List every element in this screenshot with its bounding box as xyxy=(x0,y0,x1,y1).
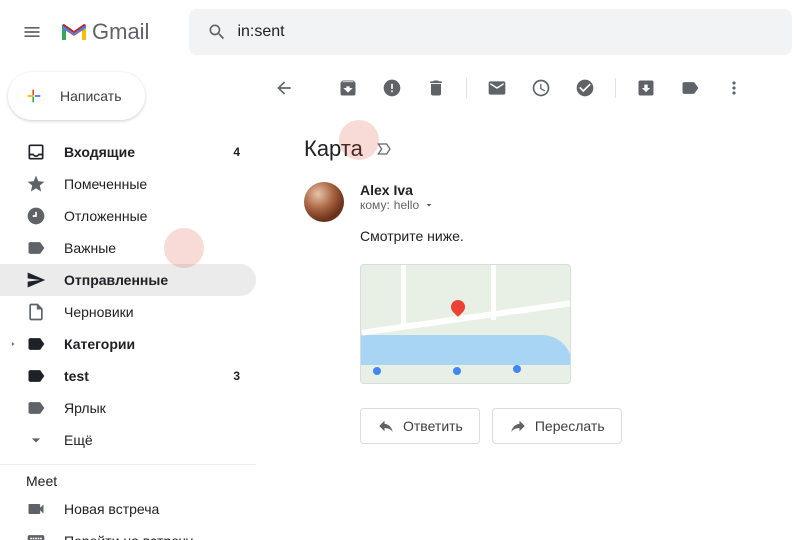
sender-avatar[interactable] xyxy=(304,182,344,222)
meet-item[interactable]: Перейти на встречу xyxy=(0,525,256,540)
forward-button[interactable]: Переслать xyxy=(492,408,622,444)
meet-item[interactable]: Новая встреча xyxy=(0,493,256,525)
header: Gmail xyxy=(0,0,800,64)
sidebar-item[interactable]: Помеченные xyxy=(0,168,256,200)
main-menu-button[interactable] xyxy=(8,8,56,56)
reply-icon xyxy=(377,417,395,435)
add-task-button[interactable] xyxy=(565,68,605,108)
more-button[interactable] xyxy=(714,68,754,108)
message-header: Alex Iva кому: hello Смотрите ниже. xyxy=(304,182,784,444)
sidebar-item[interactable]: Ярлык xyxy=(0,392,256,424)
label-icon xyxy=(26,398,46,418)
search-bar[interactable] xyxy=(189,9,792,55)
label-icon xyxy=(26,366,46,386)
spam-button[interactable] xyxy=(372,68,412,108)
nav-list: Входящие4ПомеченныеОтложенныеВажныеОтпра… xyxy=(0,136,256,456)
compose-label: Написать xyxy=(60,88,121,104)
tag-icon xyxy=(26,238,46,258)
sidebar: Написать Входящие4ПомеченныеОтложенныеВа… xyxy=(0,64,256,540)
forward-icon xyxy=(509,417,527,435)
reply-button[interactable]: Ответить xyxy=(360,408,480,444)
labels-button[interactable] xyxy=(670,68,710,108)
mark-unread-button[interactable] xyxy=(477,68,517,108)
sidebar-item[interactable]: Категории xyxy=(0,328,256,360)
plus-icon xyxy=(20,82,48,110)
sidebar-item[interactable]: Отложенные xyxy=(0,200,256,232)
move-button[interactable] xyxy=(626,68,666,108)
search-icon[interactable] xyxy=(197,22,237,42)
subject-text: Карта xyxy=(304,136,363,162)
keyboard-icon xyxy=(26,531,46,540)
file-icon xyxy=(26,302,46,322)
video-icon xyxy=(26,499,46,519)
logo-text: Gmail xyxy=(92,19,149,45)
main-pane: Карта Alex Iva кому: hello Смотрите ниже… xyxy=(256,64,800,540)
sidebar-item[interactable]: Ещё xyxy=(0,424,256,456)
delete-button[interactable] xyxy=(416,68,456,108)
chevron-down-icon xyxy=(423,199,435,211)
importance-icon[interactable] xyxy=(375,139,395,159)
map-attachment[interactable] xyxy=(360,264,571,384)
label-icon xyxy=(26,334,46,354)
recipient-row[interactable]: кому: hello xyxy=(360,198,622,212)
toolbar xyxy=(256,64,800,112)
search-input[interactable] xyxy=(237,23,784,41)
sidebar-item[interactable]: Черновики xyxy=(0,296,256,328)
message-body: Смотрите ниже. xyxy=(360,228,622,244)
sidebar-item[interactable]: Входящие4 xyxy=(0,136,256,168)
sender-name: Alex Iva xyxy=(360,182,622,198)
map-pin-icon xyxy=(448,297,468,317)
star-icon xyxy=(26,174,46,194)
sidebar-item[interactable]: Отправленные xyxy=(0,264,256,296)
compose-button[interactable]: Написать xyxy=(8,72,145,120)
send-icon xyxy=(26,270,46,290)
meet-header: Meet xyxy=(0,464,256,493)
gmail-logo[interactable]: Gmail xyxy=(60,19,149,45)
chevdown-icon xyxy=(26,430,46,450)
sidebar-item[interactable]: Важные xyxy=(0,232,256,264)
sidebar-item[interactable]: test3 xyxy=(0,360,256,392)
clock-icon xyxy=(26,206,46,226)
archive-button[interactable] xyxy=(328,68,368,108)
inbox-icon xyxy=(26,142,46,162)
subject-row: Карта xyxy=(304,136,784,162)
back-button[interactable] xyxy=(264,68,304,108)
snooze-button[interactable] xyxy=(521,68,561,108)
